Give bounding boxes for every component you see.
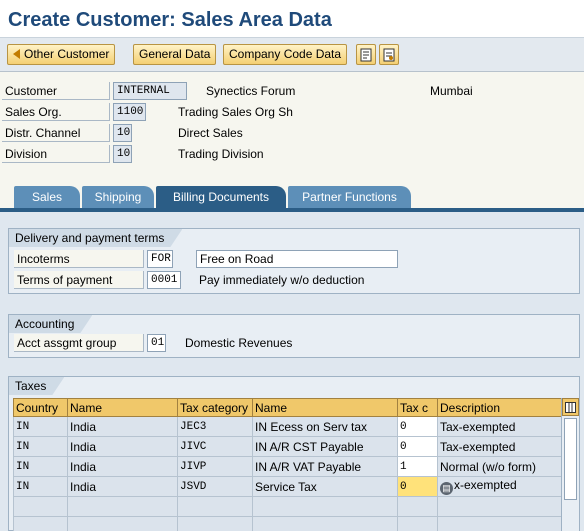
table-header-row: Country Name Tax category Name Tax c Des…: [13, 398, 562, 417]
distr-channel-field[interactable]: 10: [113, 124, 132, 142]
document-edit-icon: [383, 48, 395, 61]
tax-category-name-cell: IN A/R VAT Payable: [252, 456, 398, 477]
country-cell: IN: [13, 436, 68, 457]
terms-of-payment-label: Terms of payment: [14, 271, 144, 289]
country-name-cell: India: [67, 456, 178, 477]
country-name-cell: India: [67, 476, 178, 497]
table-settings-icon[interactable]: [562, 398, 579, 416]
tax-classification-input[interactable]: 1: [397, 456, 438, 477]
document-icon: [360, 48, 372, 61]
page-title: Create Customer: Sales Area Data: [8, 9, 332, 31]
terms-of-payment-field[interactable]: 0001: [147, 271, 181, 289]
tab-partner-functions[interactable]: Partner Functions: [288, 186, 411, 208]
country-name-cell: India: [67, 416, 178, 437]
table-row: [13, 496, 562, 517]
country-name-cell: India: [67, 436, 178, 457]
tab-shipping[interactable]: Shipping: [82, 186, 154, 208]
acct-assgmt-group-desc: Domestic Revenues: [185, 336, 293, 350]
col-description[interactable]: Description: [437, 398, 562, 417]
tax-classification-input[interactable]: 0: [397, 476, 438, 497]
general-data-button[interactable]: General Data: [133, 44, 217, 65]
tab-billing-documents[interactable]: Billing Documents: [156, 186, 286, 208]
terms-of-payment-desc: Pay immediately w/o deduction: [199, 273, 365, 287]
division-field[interactable]: 10: [113, 145, 132, 163]
col-tax-category[interactable]: Tax category: [177, 398, 253, 417]
arrow-left-icon: [13, 49, 20, 59]
tax-category-name-cell: Service Tax: [252, 476, 398, 497]
tax-category-cell: JSVD: [177, 476, 253, 497]
table-row: IN India JIVC IN A/R CST Payable 0 Tax-e…: [13, 436, 562, 457]
tab-strip: Sales Shipping Billing Documents Partner…: [0, 186, 584, 208]
title-bar: Create Customer: Sales Area Data: [0, 0, 584, 38]
table-row: IN India JSVD Service Tax 0 ▤ x-exempted: [13, 476, 562, 497]
other-customer-button[interactable]: Other Customer: [7, 44, 116, 65]
taxes-table: Country Name Tax category Name Tax c Des…: [13, 398, 562, 531]
customer-field[interactable]: INTERNAL: [113, 82, 187, 100]
customer-city: Mumbai: [430, 84, 473, 98]
company-code-data-button[interactable]: Company Code Data: [223, 44, 348, 65]
distr-channel-label: Distr. Channel: [2, 124, 110, 142]
incoterms-field[interactable]: FOR: [147, 250, 173, 268]
value-help-icon[interactable]: ▤: [440, 482, 453, 495]
sales-org-desc: Trading Sales Org Sh: [178, 105, 293, 119]
acct-assgmt-group-label: Acct assgmt group: [14, 334, 144, 352]
col-country[interactable]: Country: [13, 398, 68, 417]
tax-category-cell: JIVC: [177, 436, 253, 457]
tax-category-name-cell: IN Ecess on Serv tax: [252, 416, 398, 437]
col-tax-category-name[interactable]: Name: [252, 398, 398, 417]
customer-label: Customer: [2, 82, 110, 100]
table-row: IN India JIVP IN A/R VAT Payable 1 Norma…: [13, 456, 562, 477]
tax-category-cell: JEC3: [177, 416, 253, 437]
table-row: [13, 516, 562, 531]
description-cell: ▤ x-exempted: [437, 476, 562, 497]
description-cell: Tax-exempted: [437, 416, 562, 437]
country-cell: IN: [13, 456, 68, 477]
tax-classification-input[interactable]: 0: [397, 416, 438, 437]
customer-name: Synectics Forum: [206, 84, 296, 98]
tax-category-cell: JIVP: [177, 456, 253, 477]
acct-assgmt-group-field[interactable]: 01: [147, 334, 166, 352]
tax-classification-input[interactable]: 0: [397, 436, 438, 457]
other-customer-label: Other Customer: [24, 47, 110, 61]
document-edit-icon-button[interactable]: [379, 44, 399, 65]
table-scrollbar[interactable]: [561, 398, 579, 531]
delivery-payment-title: Delivery and payment terms: [9, 229, 182, 247]
country-cell: IN: [13, 476, 68, 497]
document-icon-button[interactable]: [356, 44, 376, 65]
scroll-thumb[interactable]: [564, 418, 577, 500]
sales-org-label: Sales Org.: [2, 103, 110, 121]
table-row: IN India JEC3 IN Ecess on Serv tax 0 Tax…: [13, 416, 562, 437]
incoterms-text-field[interactable]: Free on Road: [196, 250, 398, 268]
accounting-title: Accounting: [9, 315, 92, 333]
division-desc: Trading Division: [178, 147, 264, 161]
description-text: x-exempted: [454, 478, 517, 492]
sales-org-field[interactable]: 1100: [113, 103, 146, 121]
application-toolbar: Other Customer General Data Company Code…: [0, 38, 584, 72]
tax-category-name-cell: IN A/R CST Payable: [252, 436, 398, 457]
taxes-title: Taxes: [9, 377, 64, 395]
incoterms-label: Incoterms: [14, 250, 144, 268]
tab-sales[interactable]: Sales: [14, 186, 80, 208]
col-tax-classification[interactable]: Tax c: [397, 398, 438, 417]
description-cell: Tax-exempted: [437, 436, 562, 457]
division-label: Division: [2, 145, 110, 163]
col-name[interactable]: Name: [67, 398, 178, 417]
distr-channel-desc: Direct Sales: [178, 126, 243, 140]
country-cell: IN: [13, 416, 68, 437]
description-cell: Normal (w/o form): [437, 456, 562, 477]
